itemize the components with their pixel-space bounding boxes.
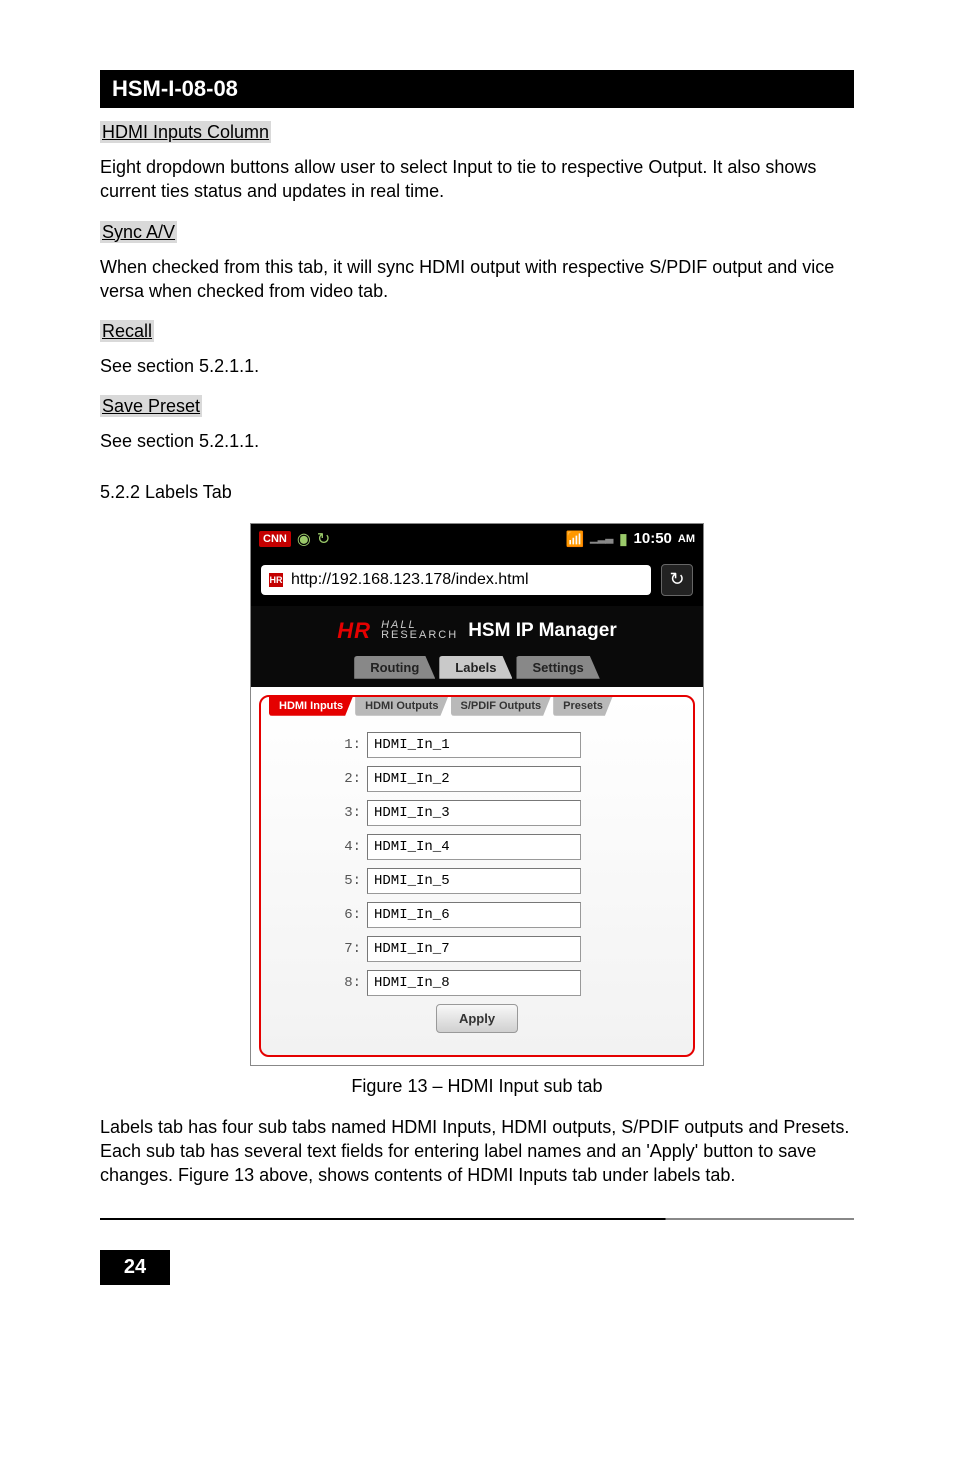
input-hdmi-in-4[interactable] bbox=[367, 834, 581, 860]
input-hdmi-in-2[interactable] bbox=[367, 766, 581, 792]
label-fields: 1: 2: 3: 4: bbox=[261, 716, 693, 1041]
screenshot-container: CNN ◉ ↻ 📶 ▁▂▃ ▮ 10:50 AM HR http://192.1… bbox=[100, 523, 854, 1066]
page-number: 24 bbox=[100, 1250, 170, 1285]
subtab-hdmi-outputs[interactable]: HDMI Outputs bbox=[355, 696, 448, 716]
tab-routing-label: Routing bbox=[370, 660, 419, 675]
field-row-5: 5: bbox=[281, 868, 673, 894]
labels-panel: HDMI Inputs HDMI Outputs S/PDIF Outputs … bbox=[259, 695, 695, 1057]
reload-icon: ↻ bbox=[669, 569, 684, 590]
section-label-recall: Recall bbox=[100, 320, 154, 342]
field-row-6: 6: bbox=[281, 902, 673, 928]
field-index-7: 7: bbox=[343, 941, 361, 957]
sync-icon: ↻ bbox=[317, 529, 330, 549]
cnn-badge-icon: CNN bbox=[259, 531, 291, 547]
section-text-recall: See section 5.2.1.1. bbox=[100, 354, 854, 378]
status-time: 10:50 bbox=[634, 530, 672, 547]
document-title-bar: HSM-I-08-08 bbox=[100, 70, 854, 108]
field-row-2: 2: bbox=[281, 766, 673, 792]
subtab-spdif-outputs[interactable]: S/PDIF Outputs bbox=[451, 696, 552, 716]
section-text-save-preset: See section 5.2.1.1. bbox=[100, 429, 854, 453]
field-index-6: 6: bbox=[343, 907, 361, 923]
address-bar: HR http://192.168.123.178/index.html ↻ bbox=[251, 554, 703, 606]
input-hdmi-in-6[interactable] bbox=[367, 902, 581, 928]
section-label-sync-av: Sync A/V bbox=[100, 221, 177, 243]
status-bar: CNN ◉ ↻ 📶 ▁▂▃ ▮ 10:50 AM bbox=[251, 524, 703, 554]
field-row-1: 1: bbox=[281, 732, 673, 758]
field-row-4: 4: bbox=[281, 834, 673, 860]
section-text-hdmi-inputs: Eight dropdown buttons allow user to sel… bbox=[100, 155, 854, 204]
subtab-hdmi-inputs-label: HDMI Inputs bbox=[279, 700, 343, 712]
url-field[interactable]: HR http://192.168.123.178/index.html bbox=[261, 565, 651, 595]
phone-frame: CNN ◉ ↻ 📶 ▁▂▃ ▮ 10:50 AM HR http://192.1… bbox=[250, 523, 704, 1066]
labels-tab-heading: 5.2.2 Labels Tab bbox=[100, 482, 854, 503]
input-hdmi-in-8[interactable] bbox=[367, 970, 581, 996]
field-index-4: 4: bbox=[343, 839, 361, 855]
favicon-icon: HR bbox=[269, 573, 283, 587]
tab-labels[interactable]: Labels bbox=[439, 656, 512, 679]
signal-icon: ▁▂▃ bbox=[590, 533, 613, 544]
main-tabs: Routing Labels Settings bbox=[267, 656, 687, 679]
tab-labels-label: Labels bbox=[455, 660, 496, 675]
subtab-hdmi-outputs-label: HDMI Outputs bbox=[365, 700, 438, 712]
tab-settings-label: Settings bbox=[532, 660, 583, 675]
section-text-sync-av: When checked from this tab, it will sync… bbox=[100, 255, 854, 304]
figure-caption: Figure 13 – HDMI Input sub tab bbox=[100, 1076, 854, 1097]
apply-row: Apply bbox=[281, 1004, 673, 1033]
status-right: 📶 ▁▂▃ ▮ 10:50 AM bbox=[565, 530, 695, 548]
section-label-hdmi-inputs: HDMI Inputs Column bbox=[100, 121, 271, 143]
field-row-8: 8: bbox=[281, 970, 673, 996]
status-left: CNN ◉ ↻ bbox=[259, 529, 330, 549]
field-row-3: 3: bbox=[281, 800, 673, 826]
app-icon: ◉ bbox=[297, 529, 311, 549]
field-index-2: 2: bbox=[343, 771, 361, 787]
field-index-5: 5: bbox=[343, 873, 361, 889]
input-hdmi-in-3[interactable] bbox=[367, 800, 581, 826]
document-title: HSM-I-08-08 bbox=[112, 76, 238, 101]
bottom-paragraph: Labels tab has four sub tabs named HDMI … bbox=[100, 1115, 854, 1188]
apply-button[interactable]: Apply bbox=[436, 1004, 518, 1033]
brand-title: HSM IP Manager bbox=[468, 620, 617, 642]
field-index-8: 8: bbox=[343, 975, 361, 991]
subtab-spdif-outputs-label: S/PDIF Outputs bbox=[461, 700, 542, 712]
content-area: HDMI Inputs HDMI Outputs S/PDIF Outputs … bbox=[251, 687, 703, 1065]
brand-bar: HR HALL RESEARCH HSM IP Manager Routing … bbox=[251, 606, 703, 687]
apply-button-label: Apply bbox=[459, 1011, 495, 1026]
wifi-icon: 📶 bbox=[565, 530, 584, 548]
field-index-1: 1: bbox=[343, 737, 361, 753]
status-ampm: AM bbox=[678, 533, 695, 545]
input-hdmi-in-5[interactable] bbox=[367, 868, 581, 894]
hr-logo: HR bbox=[337, 618, 371, 644]
input-hdmi-in-7[interactable] bbox=[367, 936, 581, 962]
tab-settings[interactable]: Settings bbox=[516, 656, 599, 679]
url-text: http://192.168.123.178/index.html bbox=[291, 571, 529, 589]
subtab-hdmi-inputs[interactable]: HDMI Inputs bbox=[269, 696, 353, 716]
footer-rule bbox=[100, 1218, 854, 1220]
hr-sub2: RESEARCH bbox=[381, 631, 458, 641]
subtab-presets-label: Presets bbox=[563, 700, 603, 712]
battery-icon: ▮ bbox=[619, 530, 627, 548]
field-row-7: 7: bbox=[281, 936, 673, 962]
subtab-presets[interactable]: Presets bbox=[553, 696, 613, 716]
section-label-save-preset: Save Preset bbox=[100, 395, 202, 417]
field-index-3: 3: bbox=[343, 805, 361, 821]
sub-tabs: HDMI Inputs HDMI Outputs S/PDIF Outputs … bbox=[261, 696, 693, 716]
reload-button[interactable]: ↻ bbox=[661, 564, 693, 596]
input-hdmi-in-1[interactable] bbox=[367, 732, 581, 758]
hr-subtext: HALL RESEARCH bbox=[381, 621, 458, 641]
tab-routing[interactable]: Routing bbox=[354, 656, 435, 679]
